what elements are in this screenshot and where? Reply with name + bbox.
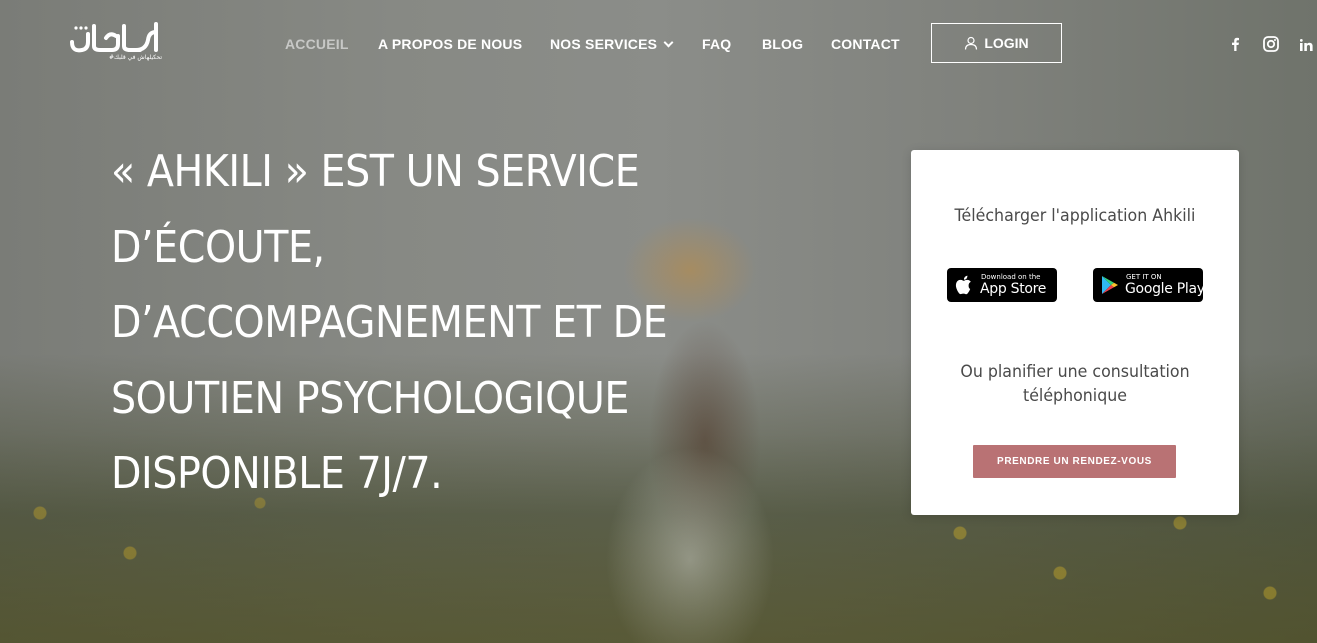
headline-line: D’ÉCOUTE,: [111, 221, 325, 273]
nav-item-contact[interactable]: CONTACT: [831, 36, 900, 52]
logo-tagline: #تحكيلهاش في قلبك: [108, 54, 162, 61]
logo-calligraphy-icon: [70, 22, 158, 53]
google-play-button[interactable]: GET IT ON Google Play: [1093, 268, 1205, 302]
download-card: Télécharger l'application Ahkili Downloa…: [911, 150, 1239, 515]
hero-headline: « AHKILI » EST UN SERVICE D’ÉCOUTE, D’AC…: [111, 134, 705, 512]
app-store-button[interactable]: Download on the App Store: [947, 268, 1057, 302]
headline-line: D’ACCOMPAGNEMENT ET DE: [111, 297, 668, 348]
nav-item-blog[interactable]: BLOG: [762, 36, 803, 52]
login-button[interactable]: LOGIN: [931, 23, 1062, 63]
facebook-icon[interactable]: [1230, 37, 1240, 56]
google-play-big-text: Google Play: [1125, 281, 1205, 297]
chevron-down-icon: [663, 37, 674, 48]
google-play-icon: [1102, 276, 1118, 294]
instagram-icon[interactable]: [1263, 36, 1279, 57]
apple-icon: [955, 275, 971, 295]
site-logo[interactable]: #تحكيلهاش في قلبك: [66, 20, 162, 66]
headline-line: « AHKILI » EST UN SERVICE: [111, 146, 640, 197]
app-store-big-text: App Store: [980, 281, 1047, 297]
nav-item-nos-services-label: NOS SERVICES: [550, 36, 658, 52]
nav-item-a-propos[interactable]: A PROPOS DE NOUS: [378, 36, 522, 52]
google-play-small-text: GET IT ON: [1126, 273, 1162, 281]
card-title: Télécharger l'application Ahkili: [954, 206, 1196, 226]
user-icon: [965, 36, 978, 50]
card-subtitle: Ou planifier une consultation téléphoniq…: [960, 362, 1190, 406]
app-store-small-text: Download on the: [981, 273, 1041, 281]
headline-line: DISPONIBLE 7J/7.: [111, 448, 443, 499]
nav-item-nos-services[interactable]: NOS SERVICES: [550, 36, 674, 52]
nav-item-accueil[interactable]: ACCUEIL: [285, 36, 349, 52]
login-label: LOGIN: [984, 35, 1029, 51]
headline-line: SOUTIEN PSYCHOLOGIQUE: [111, 372, 629, 424]
nav-item-faq[interactable]: FAQ: [702, 36, 731, 52]
linkedin-icon[interactable]: [1299, 38, 1313, 56]
book-appointment-button[interactable]: PRENDRE UN RENDEZ-VOUS: [973, 445, 1176, 478]
